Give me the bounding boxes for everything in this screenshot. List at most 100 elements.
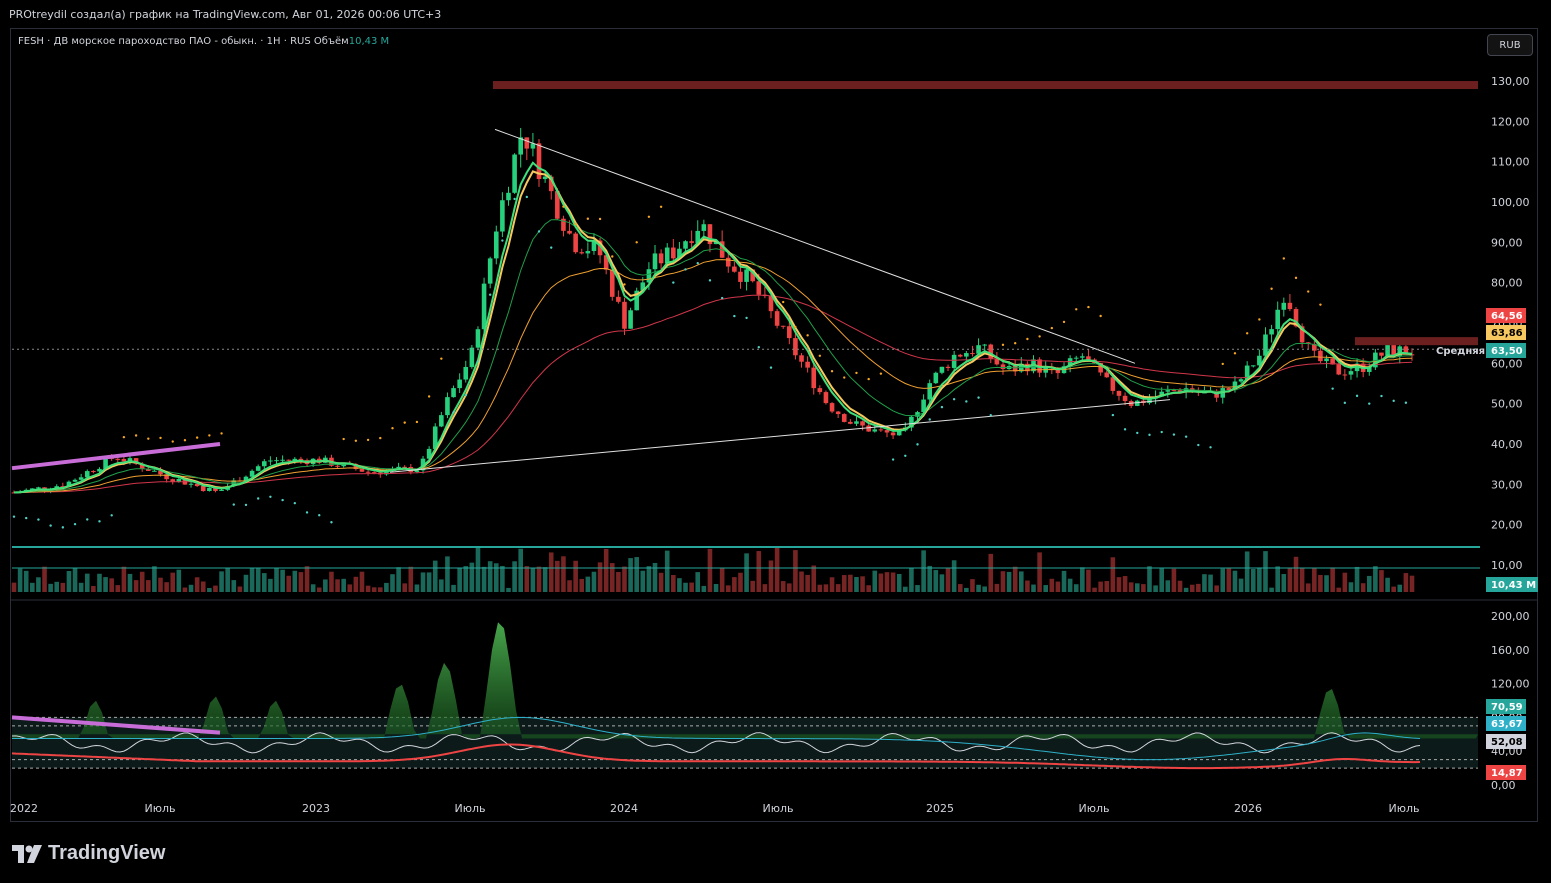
sar-dot — [598, 217, 602, 221]
volume-bar — [1159, 568, 1165, 592]
volume-bar — [646, 566, 652, 592]
sar-dot — [623, 283, 626, 286]
candle-body — [933, 372, 939, 384]
candle-body — [500, 200, 505, 232]
sar-dot — [574, 222, 577, 226]
candle-body — [823, 392, 829, 404]
volume-bar — [933, 570, 939, 592]
candle-body — [1238, 379, 1244, 382]
candle-body — [970, 353, 975, 355]
volume-bar — [377, 587, 383, 592]
volume-bar — [268, 578, 273, 592]
candle-body — [689, 241, 694, 243]
volume-bar — [30, 582, 35, 592]
volume-bar — [1263, 551, 1268, 592]
candle-body — [841, 414, 847, 422]
volume-bar — [139, 571, 145, 592]
sar-dot — [672, 281, 675, 284]
candle-body — [371, 472, 377, 474]
candle-body — [274, 460, 279, 462]
tradingview-logo[interactable]: TradingView — [12, 842, 165, 865]
volume-bar — [805, 574, 810, 592]
volume-bar — [1244, 551, 1250, 592]
candle-body — [493, 231, 499, 259]
volume-bar — [329, 571, 334, 592]
volume-bar — [97, 573, 102, 592]
sar-dot — [269, 495, 272, 498]
chart-canvas[interactable]: 130,00120,00110,00100,0090,0080,0070,006… — [0, 0, 1551, 883]
candle-body — [152, 470, 157, 472]
sar-dot — [1307, 290, 1310, 293]
volume-bar — [982, 586, 987, 592]
price-tick-label: 30,00 — [1491, 478, 1523, 491]
volume-bar — [146, 580, 151, 592]
candle-body — [78, 477, 84, 480]
volume-bar — [1043, 585, 1049, 592]
candle-body — [84, 471, 90, 478]
candle-body — [1336, 364, 1342, 375]
sar-dot — [195, 436, 199, 439]
candle-body — [457, 379, 462, 389]
candle-body — [524, 137, 530, 149]
volume-bar — [1165, 580, 1171, 592]
volume-bar — [54, 581, 60, 592]
time-tick-label: 2022 — [10, 802, 38, 815]
volume-bar — [420, 572, 426, 592]
volume-bar — [1409, 575, 1415, 592]
sar-dot — [843, 376, 846, 379]
candle-body — [829, 403, 835, 412]
volume-bar — [48, 583, 53, 592]
candle-body — [1086, 356, 1091, 360]
volume-bar — [72, 567, 78, 592]
resistance-band — [493, 81, 1478, 90]
volume-bar — [1312, 568, 1317, 592]
volume-bar — [744, 553, 749, 592]
candle-body — [994, 358, 1000, 365]
volume-bar — [506, 587, 511, 592]
sar-dot — [1209, 446, 1212, 449]
volume-bar — [304, 566, 310, 592]
osc-tick-label: 0,00 — [1491, 779, 1516, 792]
ma-orange-line — [13, 259, 1413, 493]
candle-body — [951, 354, 957, 368]
volume-bar — [1006, 571, 1012, 592]
candle-body — [1000, 364, 1006, 370]
volume-bar — [768, 560, 774, 592]
volume-bar — [1232, 570, 1238, 592]
sar-dot — [318, 514, 321, 517]
time-tick-label: Июль — [454, 802, 485, 815]
candle-body — [774, 311, 780, 326]
volume-bar — [573, 560, 578, 592]
candle-body — [835, 411, 841, 415]
volume-bar — [1257, 567, 1262, 592]
volume-bar — [1238, 578, 1244, 592]
volume-bar — [536, 566, 542, 592]
sar-dot — [586, 217, 590, 220]
sar-dot — [281, 498, 284, 502]
sar-dot — [501, 239, 504, 242]
sar-dot — [208, 434, 211, 437]
candle-body — [121, 459, 127, 462]
sar-dot — [1355, 394, 1359, 398]
volume-bar — [1080, 567, 1085, 592]
volume-bar — [359, 571, 365, 592]
volume-bar — [555, 560, 560, 592]
volume-bar — [1208, 574, 1213, 592]
volume-bar — [939, 574, 945, 592]
volume-bar — [640, 570, 646, 592]
volume-bar — [213, 585, 218, 592]
volume-bar — [237, 586, 243, 592]
volume-bar — [951, 560, 957, 592]
volume-bar — [396, 567, 401, 592]
sar-dot — [366, 438, 370, 442]
candle-body — [475, 329, 481, 348]
volume-bar — [689, 582, 694, 592]
sar-dot — [244, 503, 248, 507]
time-tick-label: Июль — [144, 802, 175, 815]
candle-body — [945, 366, 951, 368]
volume-bar — [1318, 574, 1323, 592]
candle-body — [1171, 390, 1177, 392]
sar-dot — [379, 436, 382, 440]
sar-dot — [86, 518, 89, 521]
oscillator-pane — [11, 622, 1478, 770]
